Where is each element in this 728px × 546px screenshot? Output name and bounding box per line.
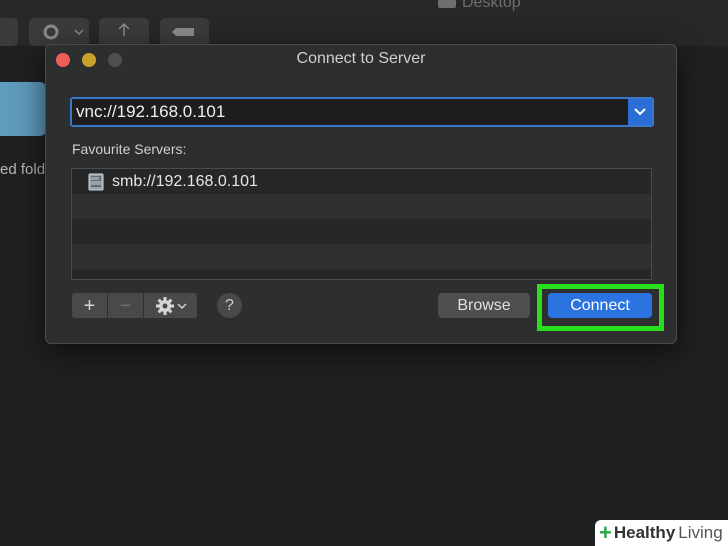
connect-button[interactable]: Connect [548, 293, 652, 318]
watermark-word-2: Living [678, 523, 723, 542]
finder-action-button[interactable] [29, 18, 89, 46]
folder-icon[interactable] [0, 82, 46, 136]
favourites-action-menu-button[interactable] [144, 293, 197, 318]
chevron-down-icon [176, 302, 187, 309]
finder-view-button[interactable] [0, 18, 18, 46]
tag-icon [172, 28, 194, 36]
favourite-servers-list[interactable]: smb://192.168.0.101 [71, 168, 652, 280]
empty-row [72, 269, 651, 279]
connect-to-server-dialog: Connect to Server Favourite Servers: smb… [45, 44, 677, 344]
finder-window-title: Desktop [438, 0, 521, 12]
dialog-title: Connect to Server [296, 50, 426, 67]
server-icon [88, 173, 104, 190]
folder-icon [438, 0, 456, 9]
add-favourite-button[interactable]: + [72, 293, 108, 318]
empty-row [72, 219, 651, 244]
help-button[interactable]: ? [217, 293, 242, 318]
finder-share-button[interactable] [99, 18, 149, 46]
gear-icon [155, 296, 174, 315]
recent-servers-dropdown-button[interactable] [628, 99, 652, 125]
gear-icon [43, 24, 84, 40]
server-address-combobox[interactable] [70, 97, 654, 127]
cross-logo-icon: + [599, 520, 612, 545]
remove-favourite-button[interactable]: − [108, 293, 144, 318]
finder-toolbar: Desktop [0, 0, 728, 46]
minus-icon: − [119, 294, 132, 317]
browse-button[interactable]: Browse [438, 293, 530, 318]
chevron-down-icon [634, 108, 646, 116]
list-item[interactable]: smb://192.168.0.101 [72, 169, 651, 194]
title-bar: Connect to Server [46, 45, 676, 75]
watermark-word-1: Healthy [613, 523, 676, 542]
empty-row [72, 244, 651, 269]
server-address-input[interactable] [76, 101, 624, 123]
favourite-servers-label: Favourite Servers: [72, 141, 187, 157]
favourites-segmented-control: + − [72, 293, 197, 318]
plus-icon: + [83, 294, 96, 317]
empty-row [72, 194, 651, 219]
finder-tag-button[interactable] [160, 18, 209, 46]
folder-label: ed fold [0, 161, 46, 178]
help-icon: ? [225, 296, 234, 314]
healthy-living-watermark: + Healthy Living [595, 520, 728, 546]
server-entry-label: smb://192.168.0.101 [112, 172, 258, 190]
share-icon [118, 22, 130, 36]
